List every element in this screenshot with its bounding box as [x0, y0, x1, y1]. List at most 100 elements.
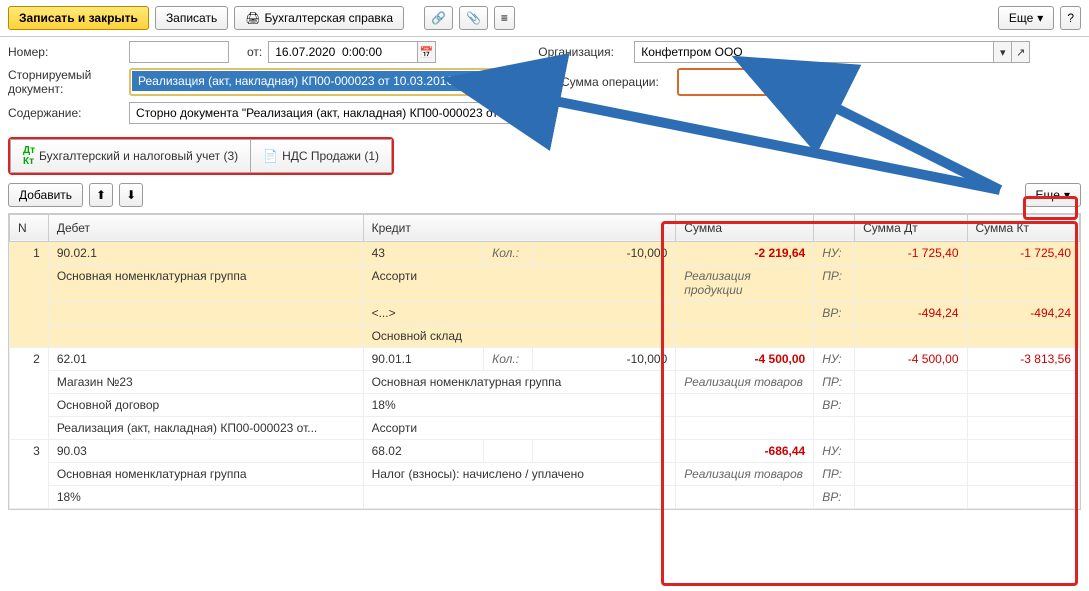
cell-kt-val	[967, 370, 1079, 393]
list-button[interactable]: ≡	[494, 6, 515, 30]
cell-kt-sub[interactable]: Основная номенклатурная группа	[363, 370, 676, 393]
col-kredit[interactable]: Кредит	[363, 214, 676, 241]
cell-kol: -10,000	[533, 241, 676, 264]
col-n[interactable]: N	[10, 214, 49, 241]
number-label: Номер:	[8, 45, 123, 59]
cell-tag: ВР:	[814, 485, 855, 508]
cell-kt-val	[967, 416, 1079, 439]
cell-dt-val	[855, 393, 967, 416]
cell-kt-sub[interactable]: Налог (взносы): начислено / уплачено	[363, 462, 676, 485]
date-input[interactable]	[268, 41, 418, 63]
add-button[interactable]: Добавить	[8, 183, 83, 207]
tab-accounting-label: Бухгалтерский и налоговый учет (3)	[39, 149, 238, 163]
more-button[interactable]: Еще ▾	[998, 6, 1054, 30]
related-docs-button[interactable]: 🔗	[424, 6, 453, 30]
accounting-report-button[interactable]: 🖨 Бухгалтерская справка	[234, 6, 404, 30]
attach-button[interactable]: 📎	[459, 6, 488, 30]
calculator-icon[interactable]: 🖩	[818, 71, 836, 93]
cell-nu-dt: -4 500,00	[855, 347, 967, 370]
move-up-button[interactable]: ⬆	[89, 183, 113, 207]
col-sumdt[interactable]: Сумма Дт	[855, 214, 967, 241]
save-close-button[interactable]: Записать и закрыть	[8, 6, 149, 30]
cell-dt-sub[interactable]: Основная номенклатурная группа	[48, 264, 363, 301]
cell-kt-sub[interactable]: Ассорти	[363, 264, 676, 301]
table-row[interactable]: Основная номенклатурная группаНалог (взн…	[10, 462, 1080, 485]
table-row[interactable]: <...>ВР:-494,24-494,24	[10, 301, 1080, 324]
org-label: Организация:	[538, 45, 628, 59]
grid-more-label: Еще	[1036, 188, 1060, 202]
cell-dt-acc[interactable]: 62.01	[48, 347, 363, 370]
cell-kt-acc[interactable]: 90.01.1	[363, 347, 484, 370]
entries-table-container: N Дебет Кредит Сумма Сумма Дт Сумма Кт 1…	[8, 213, 1081, 510]
cell-kt-sub[interactable]	[363, 485, 676, 508]
cell-sum[interactable]: -686,44	[676, 439, 814, 462]
cell-tag: ПР:	[814, 370, 855, 393]
cell-sum[interactable]: -4 500,00	[676, 347, 814, 370]
calendar-icon[interactable]: 📅	[418, 41, 436, 63]
cell-dt-sub[interactable]	[48, 324, 363, 347]
col-sumkt[interactable]: Сумма Кт	[967, 214, 1079, 241]
cell-dt-sub[interactable]: Основной договор	[48, 393, 363, 416]
cell-dt-acc[interactable]: 90.03	[48, 439, 363, 462]
save-button[interactable]: Записать	[155, 6, 228, 30]
table-row[interactable]: 190.02.143Кол.:-10,000-2 219,64НУ:-1 725…	[10, 241, 1080, 264]
stornir-dropdown-icon[interactable]: ▾	[482, 71, 500, 93]
help-button[interactable]: ?	[1060, 6, 1081, 30]
col-sum[interactable]: Сумма	[676, 214, 814, 241]
cell-nu-kt: -3 813,56	[967, 347, 1079, 370]
cell-kt-sub[interactable]: <...>	[363, 301, 676, 324]
more-label: Еще	[1009, 11, 1033, 25]
cell-tag: ВР:	[814, 301, 855, 324]
tab-vat-sales[interactable]: 📄 НДС Продажи (1)	[251, 139, 392, 173]
soderj-input[interactable]	[129, 102, 547, 124]
cell-dt-sub[interactable]: Реализация (акт, накладная) КП00-000023 …	[48, 416, 363, 439]
cell-dt-sub[interactable]: 18%	[48, 485, 363, 508]
arrow-down-icon: ⬇	[126, 188, 136, 202]
accounting-report-label: Бухгалтерская справка	[264, 11, 393, 25]
cell-kol-label: Кол.:	[484, 241, 533, 264]
col-debet[interactable]: Дебет	[48, 214, 363, 241]
cell-kt-sub[interactable]: Ассорти	[363, 416, 676, 439]
move-down-button[interactable]: ⬇	[119, 183, 143, 207]
cell-dt-sub[interactable]: Основная номенклатурная группа	[48, 462, 363, 485]
grid-more-button[interactable]: Еще ▾	[1025, 183, 1081, 207]
list-icon: ≡	[501, 11, 508, 25]
cell-dt-val	[855, 485, 967, 508]
grid-toolbar: Добавить ⬆ ⬇ Еще ▾	[0, 177, 1089, 213]
tabs: ДтКт Бухгалтерский и налоговый учет (3) …	[8, 137, 394, 175]
table-row[interactable]: Основной склад	[10, 324, 1080, 347]
cell-dt-acc[interactable]: 90.02.1	[48, 241, 363, 264]
sum-op-label: Сумма операции:	[561, 75, 671, 89]
table-row[interactable]: Реализация (акт, накладная) КП00-000023 …	[10, 416, 1080, 439]
org-open-icon[interactable]: ↗	[1012, 41, 1030, 63]
table-row[interactable]: 18% ВР:	[10, 485, 1080, 508]
stornir-value[interactable]: Реализация (акт, накладная) КП00-000023 …	[132, 71, 482, 91]
table-row[interactable]: Основная номенклатурная группаАссортиРеа…	[10, 264, 1080, 301]
cell-kt-sub[interactable]: 18%	[363, 393, 676, 416]
cell-nu-dt	[855, 439, 967, 462]
table-row[interactable]: Основной договор18%ВР:	[10, 393, 1080, 416]
cell-kt-sub[interactable]: Основной склад	[363, 324, 676, 347]
org-input[interactable]	[634, 41, 994, 63]
stornir-open-icon[interactable]: ↗	[518, 71, 536, 93]
table-row[interactable]: Магазин №23Основная номенклатурная групп…	[10, 370, 1080, 393]
cell-dt-val	[855, 264, 967, 301]
cell-tag	[814, 416, 855, 439]
number-input[interactable]	[129, 41, 229, 63]
table-row[interactable]: 262.0190.01.1Кол.:-10,000-4 500,00НУ:-4 …	[10, 347, 1080, 370]
org-dropdown-icon[interactable]: ▾	[994, 41, 1012, 63]
cell-kt-acc[interactable]: 68.02	[363, 439, 484, 462]
cell-dt-sub[interactable]	[48, 301, 363, 324]
stornir-ellipsis-icon[interactable]: …	[500, 71, 518, 93]
cell-dt-sub[interactable]: Магазин №23	[48, 370, 363, 393]
form-header: Номер: от: 📅 Организация: ▾ ↗ Сторнируем…	[0, 37, 1089, 131]
cell-dt-val	[855, 462, 967, 485]
col-spacer	[814, 214, 855, 241]
cell-nu-kt: -1 725,40	[967, 241, 1079, 264]
cell-dt-val	[855, 416, 967, 439]
cell-kt-acc[interactable]: 43	[363, 241, 484, 264]
cell-tag: ПР:	[814, 462, 855, 485]
cell-sum[interactable]: -2 219,64	[676, 241, 814, 264]
table-row[interactable]: 390.0368.02-686,44НУ:	[10, 439, 1080, 462]
tab-accounting[interactable]: ДтКт Бухгалтерский и налоговый учет (3)	[10, 139, 251, 173]
